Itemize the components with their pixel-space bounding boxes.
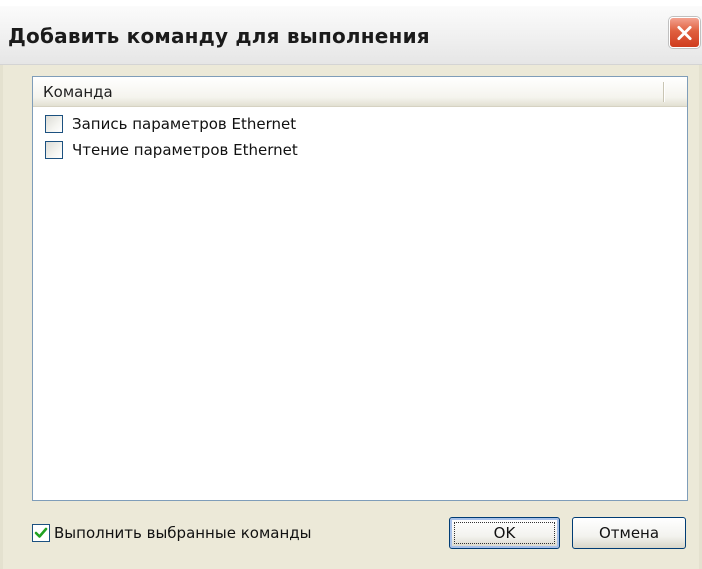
execute-selected-label[interactable]: Выполнить выбранные команды — [54, 524, 311, 542]
list-header: Команда — [33, 77, 687, 107]
list-item[interactable]: Чтение параметров Ethernet — [33, 137, 687, 163]
item-checkbox-read-ethernet[interactable] — [45, 141, 63, 159]
list-item[interactable]: Запись параметров Ethernet — [33, 111, 687, 137]
dialog-body: Команда Запись параметров Ethernet Чтени… — [0, 65, 702, 569]
add-command-dialog: Добавить команду для выполнения Команда … — [0, 6, 702, 569]
ok-button[interactable]: OK — [449, 517, 560, 549]
close-button[interactable] — [669, 17, 700, 48]
item-label: Запись параметров Ethernet — [72, 115, 297, 133]
title-bar[interactable]: Добавить команду для выполнения — [0, 6, 702, 65]
column-separator[interactable] — [663, 82, 664, 102]
close-icon — [677, 25, 692, 40]
cancel-button[interactable]: Отмена — [572, 517, 686, 549]
list-items: Запись параметров Ethernet Чтение параме… — [33, 111, 687, 163]
item-label: Чтение параметров Ethernet — [72, 141, 298, 159]
cancel-button-label: Отмена — [598, 524, 660, 542]
window-title: Добавить команду для выполнения — [8, 24, 430, 48]
column-header-command[interactable]: Команда — [43, 83, 113, 101]
command-list[interactable]: Команда Запись параметров Ethernet Чтени… — [32, 76, 688, 501]
focus-ring — [454, 522, 555, 544]
execute-selected-checkbox[interactable] — [32, 524, 50, 542]
checkmark-icon — [34, 527, 48, 538]
item-checkbox-write-ethernet[interactable] — [45, 115, 63, 133]
